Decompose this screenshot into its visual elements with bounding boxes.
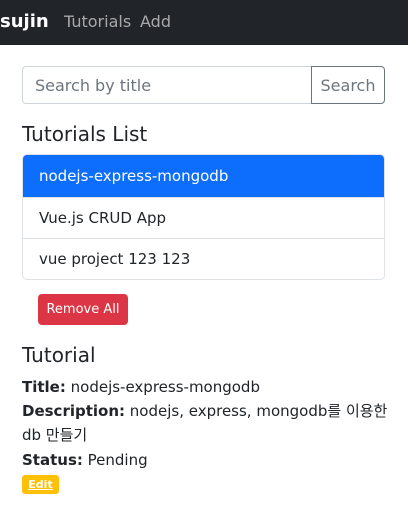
title-label: Title: (22, 378, 66, 396)
remove-all-button[interactable]: Remove All (38, 294, 128, 325)
search-button[interactable]: Search (311, 66, 385, 104)
top-navbar: sujin Tutorials Add (0, 0, 408, 45)
tutorials-list: nodejs-express-mongodb Vue.js CRUD App v… (22, 154, 385, 280)
detail-title-row: Title: nodejs-express-mongodb (22, 375, 392, 399)
description-label: Description: (22, 402, 126, 420)
nav-link-tutorials[interactable]: Tutorials (64, 11, 131, 33)
tutorials-list-heading: Tutorials List (22, 122, 148, 146)
list-item[interactable]: vue project 123 123 (23, 238, 384, 279)
list-item[interactable]: Vue.js CRUD App (23, 197, 384, 238)
detail-description-row: Description: nodejs, express, mongodb를 이… (22, 399, 392, 447)
detail-status-row: Status: Pending (22, 448, 392, 472)
status-label: Status: (22, 451, 83, 469)
list-item[interactable]: nodejs-express-mongodb (23, 155, 384, 197)
tutorial-detail-heading: Tutorial (22, 343, 96, 367)
title-value: nodejs-express-mongodb (70, 378, 260, 396)
search-input[interactable] (22, 66, 312, 104)
status-value: Pending (87, 451, 148, 469)
brand-link[interactable]: sujin (0, 10, 49, 34)
edit-link[interactable]: Edit (22, 475, 59, 494)
nav-link-add[interactable]: Add (140, 11, 171, 33)
